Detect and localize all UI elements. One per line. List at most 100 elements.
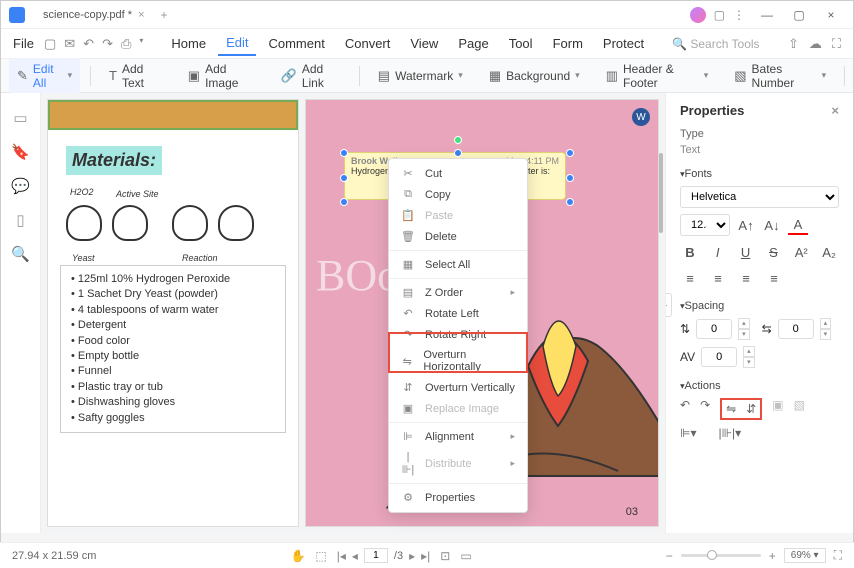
collapse-panel-button[interactable]: ▸	[665, 293, 672, 317]
resize-handle[interactable]	[340, 198, 348, 206]
font-family-select[interactable]: Helvetica	[680, 186, 839, 208]
word-export-icon[interactable]: W	[632, 108, 650, 126]
resize-handle[interactable]	[340, 174, 348, 182]
print-dropdown-icon[interactable]: ▾	[139, 36, 143, 52]
add-text-button[interactable]: TAdd Text	[101, 58, 170, 94]
add-link-button[interactable]: 🔗Add Link	[273, 58, 349, 94]
kebab-menu-icon[interactable]: ⋮	[733, 8, 745, 22]
align-menu-icon[interactable]: ⊫▾	[680, 426, 696, 440]
next-page-button[interactable]: ▸	[409, 549, 415, 563]
thumbnails-icon[interactable]: ▭	[13, 109, 27, 127]
last-page-button[interactable]: ▸|	[421, 549, 430, 563]
rotate-left-icon[interactable]: ↶	[680, 398, 690, 420]
bookmarks-icon[interactable]: 🔖	[11, 143, 30, 161]
stepper-down[interactable]: ▾	[820, 329, 832, 340]
add-image-button[interactable]: ▣Add Image	[180, 58, 263, 94]
document-canvas[interactable]: Materials: H2O2 Active Site Yeast Reacti…	[41, 93, 665, 533]
hand-tool-icon[interactable]: ✋	[290, 549, 305, 563]
actions-section-label[interactable]: Actions	[680, 380, 839, 392]
menu-convert[interactable]: Convert	[337, 32, 399, 55]
watermark-button[interactable]: ▤Watermark▾	[370, 64, 471, 88]
fonts-section-label[interactable]: Fonts	[680, 168, 839, 180]
cm-alignment[interactable]: ⊫Alignment▸	[389, 426, 527, 447]
notes-icon[interactable]: ▢	[714, 8, 725, 22]
document-tab[interactable]: science-copy.pdf * ×	[33, 5, 155, 25]
stepper-up[interactable]: ▴	[743, 346, 755, 357]
underline-button[interactable]: U	[736, 242, 756, 262]
first-page-button[interactable]: |◂	[337, 549, 346, 563]
spacing-section-label[interactable]: Spacing	[680, 300, 839, 312]
rotate-right-icon[interactable]: ↷	[700, 398, 710, 420]
mail-icon[interactable]: ✉	[64, 36, 75, 52]
font-size-select[interactable]: 12.35	[680, 214, 730, 236]
maximize-button[interactable]: ▢	[785, 3, 813, 27]
align-right-button[interactable]: ≡	[736, 268, 756, 288]
flip-horizontal-icon[interactable]: ⇋	[726, 402, 736, 416]
cm-overturn-v[interactable]: ⇵Overturn Vertically	[389, 377, 527, 398]
crop-icon[interactable]: ▣	[772, 398, 783, 420]
subscript-button[interactable]: A₂	[819, 242, 839, 262]
distribute-menu-icon[interactable]: |⊪|▾	[718, 426, 741, 440]
menu-tool[interactable]: Tool	[501, 32, 541, 55]
cm-rotate-right[interactable]: ↷Rotate Right	[389, 324, 527, 345]
fit-width-icon[interactable]: ⊡	[440, 549, 450, 563]
search-tools[interactable]: 🔍 Search Tools	[672, 37, 759, 51]
close-window-button[interactable]: ×	[817, 3, 845, 27]
flip-vertical-icon[interactable]: ⇵	[746, 402, 756, 416]
redo-icon[interactable]: ↷	[102, 36, 113, 52]
background-button[interactable]: ▦Background▾	[481, 64, 588, 88]
menu-page[interactable]: Page	[450, 32, 496, 55]
page-input[interactable]	[364, 548, 388, 563]
header-footer-button[interactable]: ▥Header & Footer▾	[598, 58, 717, 94]
zoom-slider[interactable]	[681, 554, 761, 557]
font-color-icon[interactable]: A	[788, 215, 808, 235]
menu-home[interactable]: Home	[163, 32, 214, 55]
undo-icon[interactable]: ↶	[83, 36, 94, 52]
font-shrink-icon[interactable]: A↓	[762, 215, 782, 235]
save-icon[interactable]: ▢	[44, 36, 56, 52]
stepper-down[interactable]: ▾	[738, 329, 750, 340]
cm-delete[interactable]: 🗑Delete	[389, 226, 527, 247]
resize-handle[interactable]	[566, 174, 574, 182]
stepper-down[interactable]: ▾	[743, 357, 755, 368]
new-tab-button[interactable]: +	[161, 8, 168, 22]
menu-comment[interactable]: Comment	[260, 32, 332, 55]
menu-protect[interactable]: Protect	[595, 32, 652, 55]
menu-edit[interactable]: Edit	[218, 31, 256, 56]
align-left-button[interactable]: ≡	[680, 268, 700, 288]
bates-number-button[interactable]: ▧Bates Number▾	[726, 58, 834, 94]
superscript-button[interactable]: A²	[791, 242, 811, 262]
stepper-up[interactable]: ▴	[820, 318, 832, 329]
resize-handle[interactable]	[566, 149, 574, 157]
ai-icon[interactable]	[690, 7, 706, 23]
zoom-select[interactable]: 69% ▾	[784, 548, 826, 563]
zoom-in-button[interactable]: +	[769, 549, 776, 563]
align-center-button[interactable]: ≡	[708, 268, 728, 288]
cm-overturn-h[interactable]: ⇋Overturn Horizontally	[389, 345, 527, 377]
menu-view[interactable]: View	[402, 32, 446, 55]
zoom-out-button[interactable]: −	[666, 549, 673, 563]
cm-copy[interactable]: ⧉Copy	[389, 184, 527, 205]
prev-page-button[interactable]: ◂	[352, 549, 358, 563]
comments-icon[interactable]: 💬	[11, 177, 30, 195]
menu-file[interactable]: File	[13, 36, 34, 51]
cm-z-order[interactable]: ▤Z Order▸	[389, 282, 527, 303]
resize-handle[interactable]	[566, 198, 574, 206]
char-spacing-input[interactable]	[701, 347, 737, 367]
horiz-spacing-input[interactable]	[778, 319, 814, 339]
cm-select-all[interactable]: ▦Select All	[389, 254, 527, 275]
align-justify-button[interactable]: ≡	[764, 268, 784, 288]
minimize-button[interactable]: —	[753, 3, 781, 27]
cm-properties[interactable]: ⚙Properties	[389, 487, 527, 508]
bold-button[interactable]: B	[680, 242, 700, 262]
share-icon[interactable]: ⇧	[788, 36, 799, 52]
extract-icon[interactable]: ▧	[794, 398, 805, 420]
italic-button[interactable]: I	[708, 242, 728, 262]
select-tool-icon[interactable]: ⬚	[315, 549, 326, 563]
expand-icon[interactable]: ⛶	[832, 36, 841, 52]
resize-handle[interactable]	[454, 149, 462, 157]
close-tab-icon[interactable]: ×	[138, 9, 144, 21]
cm-cut[interactable]: ✂Cut	[389, 163, 527, 184]
edit-all-button[interactable]: ✎ Edit All ▾	[9, 58, 80, 94]
resize-handle[interactable]	[340, 149, 348, 157]
